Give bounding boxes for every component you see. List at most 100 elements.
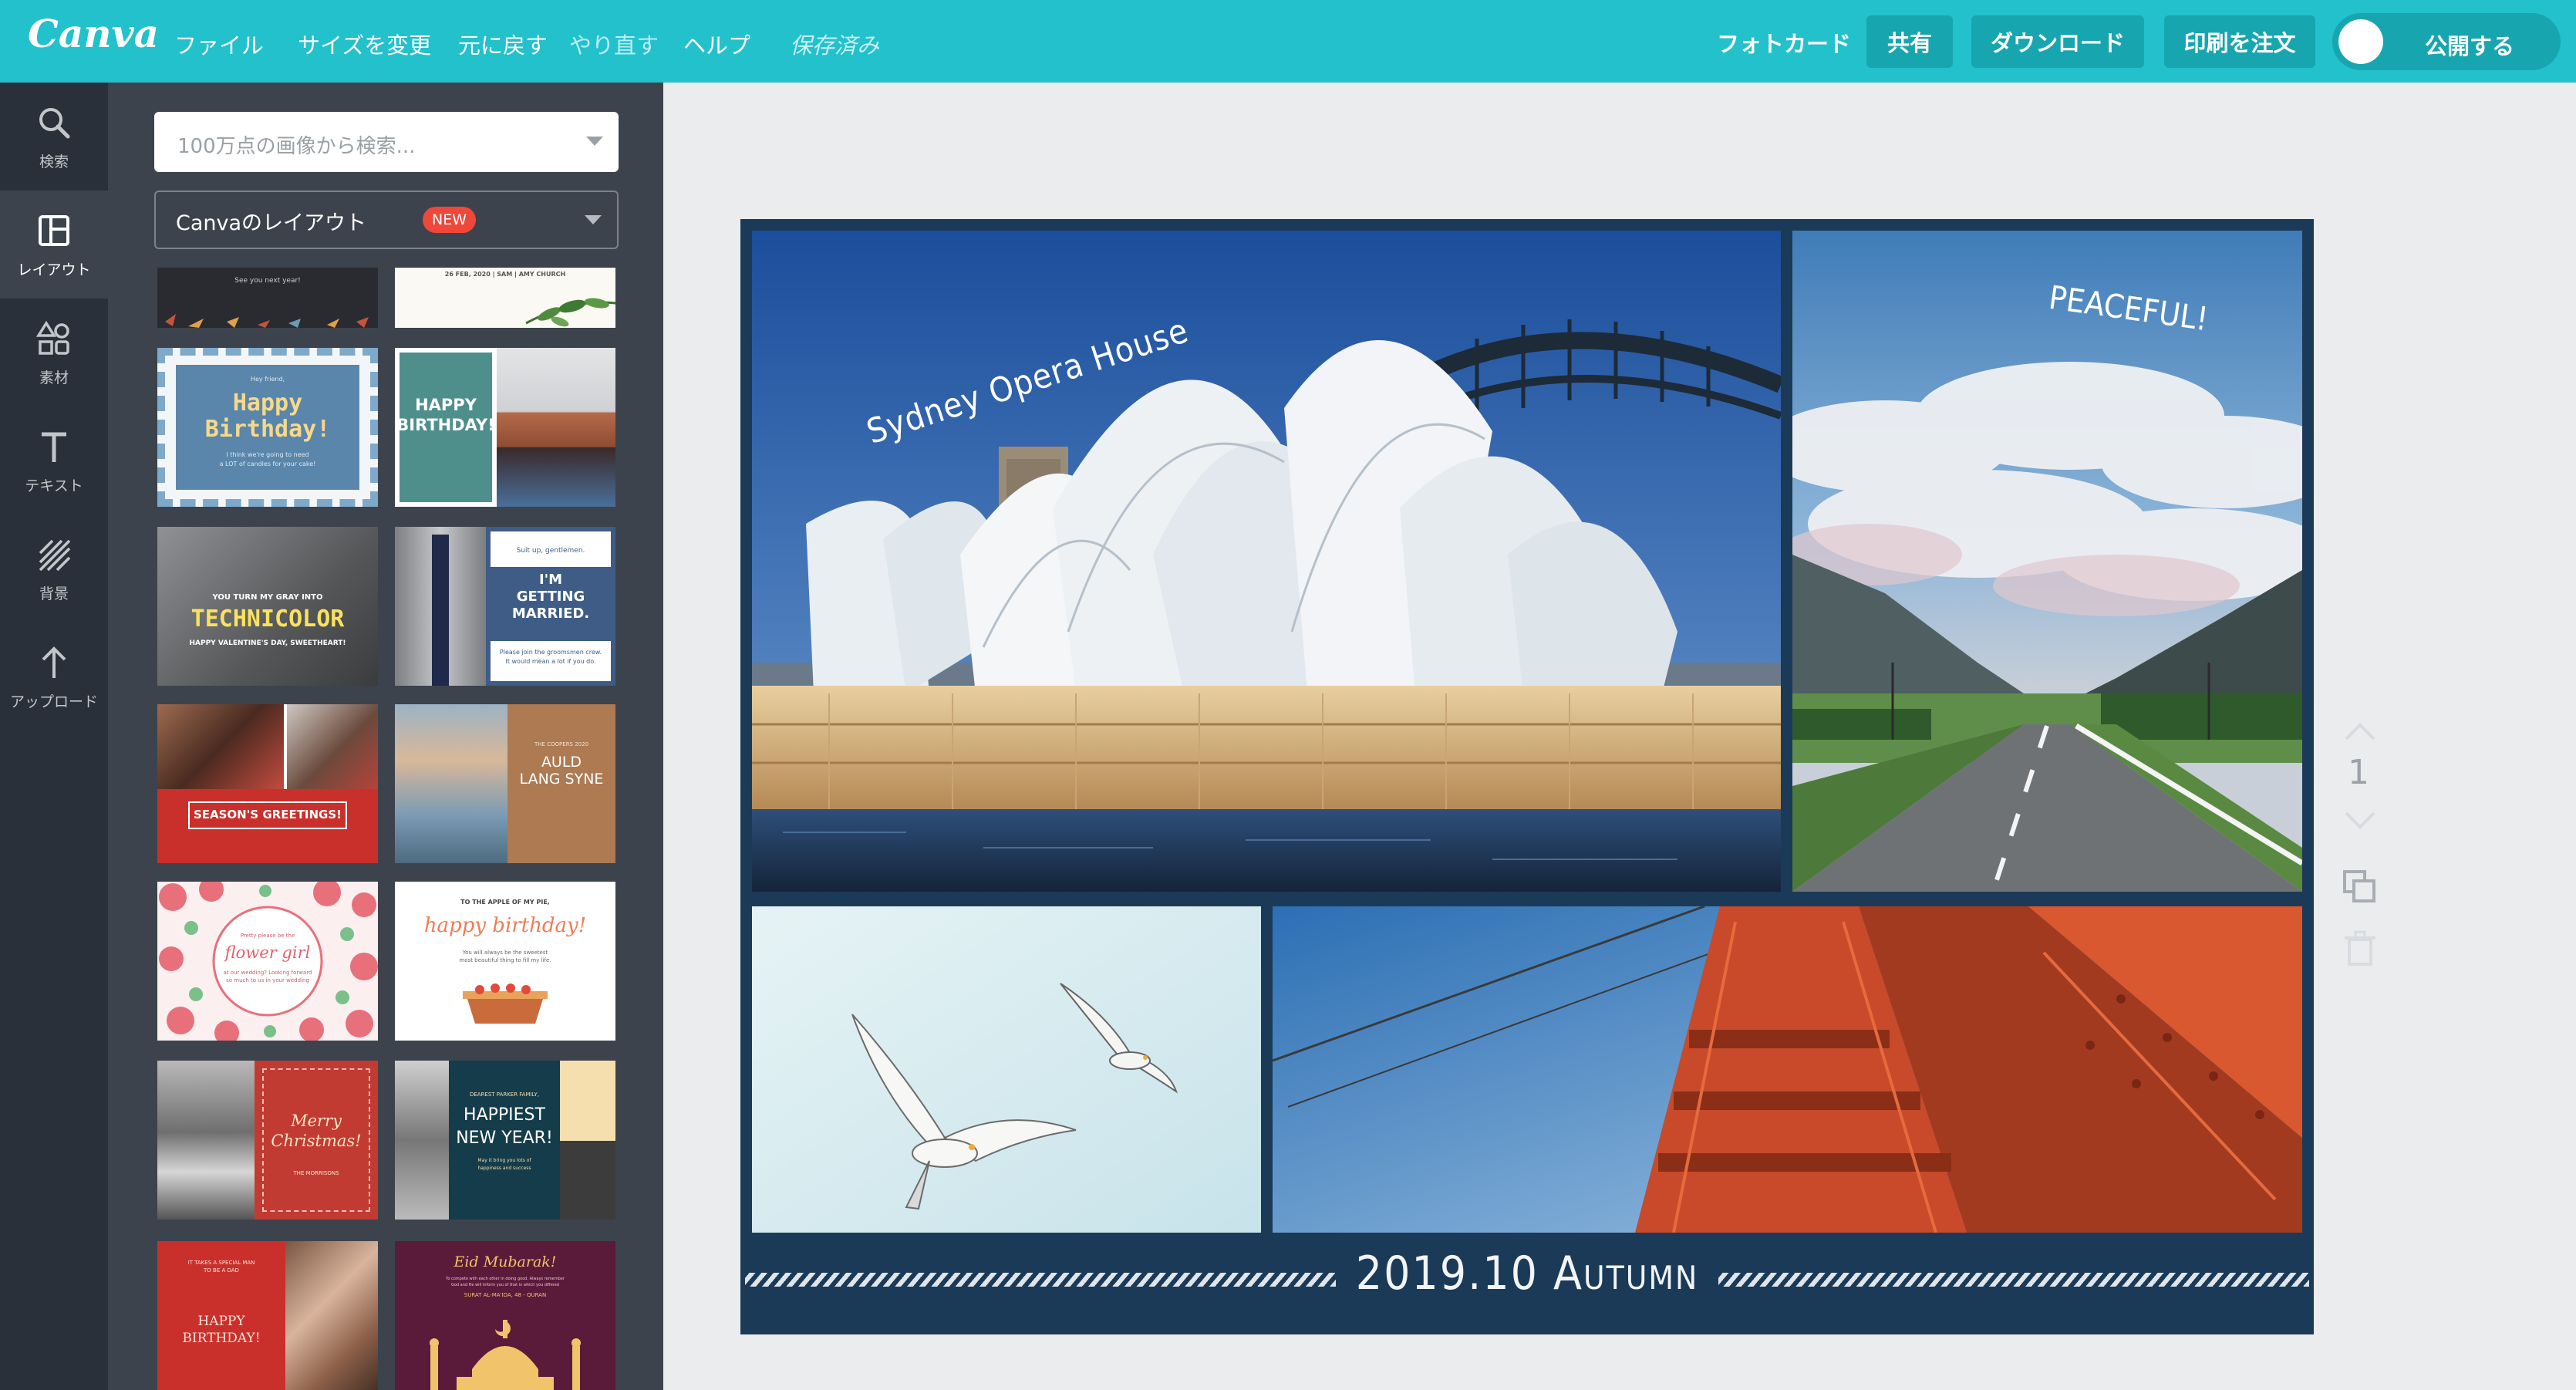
share-button[interactable]: 共有 bbox=[1866, 15, 1953, 68]
top-bar: Canva ファイル サイズを変更 元に戻す やり直す ヘルプ 保存済み フォト… bbox=[0, 0, 2576, 83]
template-text: MARRIED. bbox=[511, 606, 590, 622]
template-text: LANG SYNE bbox=[519, 771, 604, 788]
template-text: YOU TURN MY GRAY INTO bbox=[212, 593, 323, 602]
template-text: 26 FEB, 2020 | SAM | AMY CHURCH bbox=[444, 271, 566, 278]
sidebar-item-background[interactable]: 背景 bbox=[0, 515, 108, 622]
sidebar-item-label: 背景 bbox=[39, 585, 69, 602]
sidebar-item-label: 検索 bbox=[39, 154, 69, 170]
template-card[interactable]: THE COOPERS 2020 AULD LANG SYNE bbox=[395, 704, 615, 863]
sidebar-item-elements[interactable]: 素材 bbox=[0, 299, 108, 407]
resize-menu[interactable]: サイズを変更 bbox=[298, 28, 431, 60]
opera-house-photo[interactable]: Sydney Opera House bbox=[752, 231, 1781, 892]
template-card[interactable]: 26 FEB, 2020 | SAM | AMY CHURCH bbox=[395, 268, 615, 328]
search-placeholder: 100万点の画像から検索... bbox=[177, 135, 416, 158]
undo-button[interactable]: 元に戻す bbox=[458, 28, 548, 60]
help-menu[interactable]: ヘルプ bbox=[683, 28, 750, 60]
move-page-down-icon[interactable] bbox=[2337, 805, 2383, 836]
hatch-divider-left bbox=[745, 1273, 1336, 1287]
template-text: Suit up, gentlemen. bbox=[516, 547, 585, 555]
seagulls-photo[interactable] bbox=[752, 906, 1261, 1233]
template-text: SEASON'S GREETINGS! bbox=[193, 808, 342, 822]
upload-icon bbox=[42, 646, 66, 678]
toggle-knob bbox=[2338, 19, 2383, 64]
road-photo[interactable]: PEACEFUL! bbox=[1792, 231, 2302, 892]
page-number: 1 bbox=[2348, 753, 2369, 792]
seagulls-image bbox=[752, 906, 1261, 1233]
template-text: God and He will inform you of that in wh… bbox=[450, 1283, 560, 1287]
print-order-button[interactable]: 印刷を注文 bbox=[2164, 15, 2315, 68]
template-text: See you next year! bbox=[234, 277, 301, 285]
template-card[interactable]: DEAREST PARKER FAMILY, HAPPIEST NEW YEAR… bbox=[395, 1061, 615, 1220]
sidebar-item-uploads[interactable]: アップロード bbox=[0, 622, 108, 730]
template-card[interactable]: TO THE APPLE OF MY PIE, happy birthday! … bbox=[395, 882, 615, 1041]
pie-graphic bbox=[463, 983, 548, 1024]
template-text: THE COOPERS 2020 bbox=[534, 741, 589, 747]
mosque-graphic bbox=[430, 1320, 581, 1390]
template-card[interactable]: Eid Mubarak! To compete with each other … bbox=[395, 1241, 615, 1390]
template-photo bbox=[395, 1061, 449, 1220]
template-card[interactable]: YOU TURN MY GRAY INTO TECHNICOLOR HAPPY … bbox=[157, 527, 378, 686]
template-text: HAPPY bbox=[415, 396, 477, 414]
chevron-down-icon[interactable] bbox=[586, 137, 603, 146]
template-text: Merry bbox=[291, 1112, 342, 1130]
template-text: THE MORRISONS bbox=[293, 1170, 339, 1176]
download-button[interactable]: ダウンロード bbox=[1971, 15, 2144, 68]
template-card[interactable]: Suit up, gentlemen. I'M GETTING MARRIED.… bbox=[395, 527, 615, 686]
template-text: Hey friend, bbox=[250, 376, 285, 383]
sidebar-item-text[interactable]: テキスト bbox=[0, 407, 108, 515]
template-photo bbox=[395, 704, 507, 863]
hatch-divider-right bbox=[1718, 1273, 2309, 1287]
template-photo bbox=[287, 704, 378, 789]
delete-page-icon[interactable] bbox=[2337, 929, 2383, 969]
sidebar-item-layouts[interactable]: レイアウト bbox=[0, 191, 108, 299]
template-text: HAPPY bbox=[197, 1314, 245, 1329]
publish-toggle[interactable]: 公開する bbox=[2332, 13, 2561, 70]
template-text: GETTING bbox=[516, 589, 585, 605]
template-card[interactable]: See you next year! bbox=[157, 268, 378, 328]
template-card[interactable]: Hey friend, Happy Birthday! I think we'r… bbox=[157, 348, 378, 507]
layout-icon bbox=[39, 215, 69, 246]
search-icon bbox=[39, 108, 70, 139]
leaf-graphic bbox=[525, 298, 615, 327]
template-text: It would mean a lot if you do. bbox=[505, 658, 596, 665]
duplicate-page-icon[interactable] bbox=[2337, 865, 2383, 906]
move-page-up-icon[interactable] bbox=[2337, 716, 2383, 747]
template-card[interactable]: Merry Christmas! THE MORRISONS bbox=[157, 1061, 378, 1220]
layout-filter-dropdown[interactable]: Canvaのレイアウト NEW bbox=[154, 191, 619, 249]
template-text: Birthday! bbox=[204, 416, 331, 443]
template-text: HAPPIEST bbox=[464, 1105, 545, 1125]
sidebar-item-label: レイアウト bbox=[17, 261, 91, 278]
template-photo bbox=[157, 1061, 255, 1220]
confetti-graphic bbox=[165, 314, 369, 328]
footer-caption[interactable]: 2019.10 Autumn bbox=[1336, 1247, 1718, 1301]
template-text: IT TAKES A SPECIAL MAN bbox=[187, 1260, 255, 1266]
canva-logo[interactable]: Canva bbox=[28, 11, 159, 56]
template-photo bbox=[157, 704, 284, 789]
elements-icon bbox=[35, 320, 69, 355]
template-card[interactable]: HAPPY BIRTHDAY! bbox=[395, 348, 615, 507]
template-card[interactable]: SEASON'S GREETINGS! bbox=[157, 704, 378, 863]
left-sidebar: 検索 レイアウト 素材 テキスト 背景 アップロード bbox=[0, 83, 108, 1390]
template-panel bbox=[560, 1061, 615, 1141]
template-text: happy birthday! bbox=[423, 914, 587, 937]
template-grid: See you next year! 26 FEB, 2020 | SAM | … bbox=[108, 268, 663, 1390]
template-card[interactable]: Pretty please be the flower girl at our … bbox=[157, 882, 378, 1041]
redo-button[interactable]: やり直す bbox=[569, 28, 659, 60]
sidebar-item-search[interactable]: 検索 bbox=[0, 83, 108, 191]
template-photo bbox=[285, 1241, 378, 1390]
golden-gate-photo[interactable] bbox=[1273, 906, 2302, 1233]
template-text: flower girl bbox=[224, 943, 311, 962]
template-text: NEW YEAR! bbox=[456, 1129, 553, 1148]
design-canvas[interactable]: Sydney Opera House PEACEFUL! 2019.10 Aut… bbox=[740, 219, 2314, 1334]
template-text: SURAT AL-MA'IDA, 48 - QURAN bbox=[464, 1292, 547, 1298]
file-menu[interactable]: ファイル bbox=[174, 28, 264, 60]
template-text: TO BE A DAD bbox=[204, 1267, 239, 1274]
template-photo bbox=[497, 348, 615, 507]
image-search-input[interactable]: 100万点の画像から検索... bbox=[154, 112, 619, 172]
template-card[interactable]: IT TAKES A SPECIAL MAN TO BE A DAD HAPPY… bbox=[157, 1241, 378, 1390]
save-status: 保存済み bbox=[790, 32, 880, 59]
template-text: so much to us in your wedding bbox=[226, 977, 309, 983]
text-icon bbox=[42, 432, 66, 462]
new-badge: NEW bbox=[423, 207, 477, 233]
golden-gate-image bbox=[1273, 906, 2302, 1233]
